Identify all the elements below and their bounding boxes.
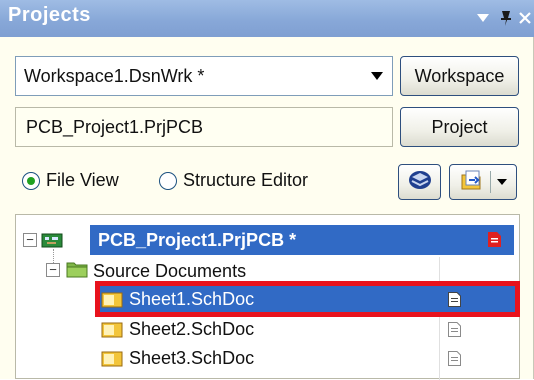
radio-file-view[interactable]: File View	[22, 170, 119, 191]
expander-project[interactable]: −	[23, 233, 37, 247]
tree-document-label: Sheet2.SchDoc	[129, 319, 255, 339]
chevron-down-icon[interactable]	[362, 57, 392, 95]
document-icon	[448, 322, 461, 337]
close-icon[interactable]	[514, 7, 534, 29]
expander-source-documents[interactable]: −	[46, 263, 60, 277]
project-options-button[interactable]	[449, 164, 517, 200]
document-icon	[448, 351, 461, 366]
tree-project-label: PCB_Project1.PrjPCB *	[98, 229, 297, 250]
tree-row-document[interactable]: Sheet2.SchDoc	[96, 315, 516, 344]
tree-document-label: Sheet3.SchDoc	[129, 348, 255, 368]
project-field[interactable]: PCB_Project1.PrjPCB	[15, 107, 393, 147]
schematic-doc-icon	[101, 351, 123, 367]
tree-row-project[interactable]: PCB_Project1.PrjPCB *	[90, 225, 514, 255]
radio-file-view-control[interactable]	[22, 171, 40, 190]
project-tree[interactable]: PCB_Project1.PrjPCB * − − Source Documen…	[15, 214, 520, 380]
radio-structure-editor-label: Structure Editor	[183, 170, 309, 190]
dropdown-triangle-icon[interactable]	[472, 7, 494, 29]
open-document-icon	[460, 169, 484, 196]
highlight-box	[95, 281, 520, 317]
radio-structure-editor[interactable]: Structure Editor	[159, 170, 308, 191]
tree-connector	[53, 249, 54, 263]
schematic-doc-icon	[101, 322, 123, 338]
workspace-select[interactable]: Workspace1.DsnWrk *	[15, 56, 393, 96]
tree-row-document[interactable]: Sheet3.SchDoc	[96, 344, 516, 373]
project-field-value: PCB_Project1.PrjPCB	[26, 116, 204, 137]
pcb-project-icon	[41, 231, 63, 254]
compile-icon	[407, 169, 433, 196]
radio-file-view-label: File View	[46, 170, 119, 190]
pin-icon[interactable]	[494, 7, 516, 29]
projects-panel: Projects Workspace1.DsnWrk * Workspace P…	[0, 0, 534, 380]
panel-titlebar[interactable]: Projects	[0, 0, 534, 37]
compile-button[interactable]	[398, 164, 441, 200]
project-button[interactable]: Project	[400, 107, 519, 147]
chevron-down-icon	[489, 171, 507, 193]
workspace-select-value: Workspace1.DsnWrk *	[24, 65, 205, 86]
tree-folder-label: Source Documents	[93, 260, 247, 281]
document-modified-icon	[488, 232, 501, 247]
folder-icon	[66, 260, 88, 283]
panel-title: Projects	[8, 4, 91, 26]
radio-structure-editor-control[interactable]	[159, 171, 177, 190]
workspace-button[interactable]: Workspace	[400, 56, 519, 96]
radio-selected-dot	[27, 176, 35, 185]
